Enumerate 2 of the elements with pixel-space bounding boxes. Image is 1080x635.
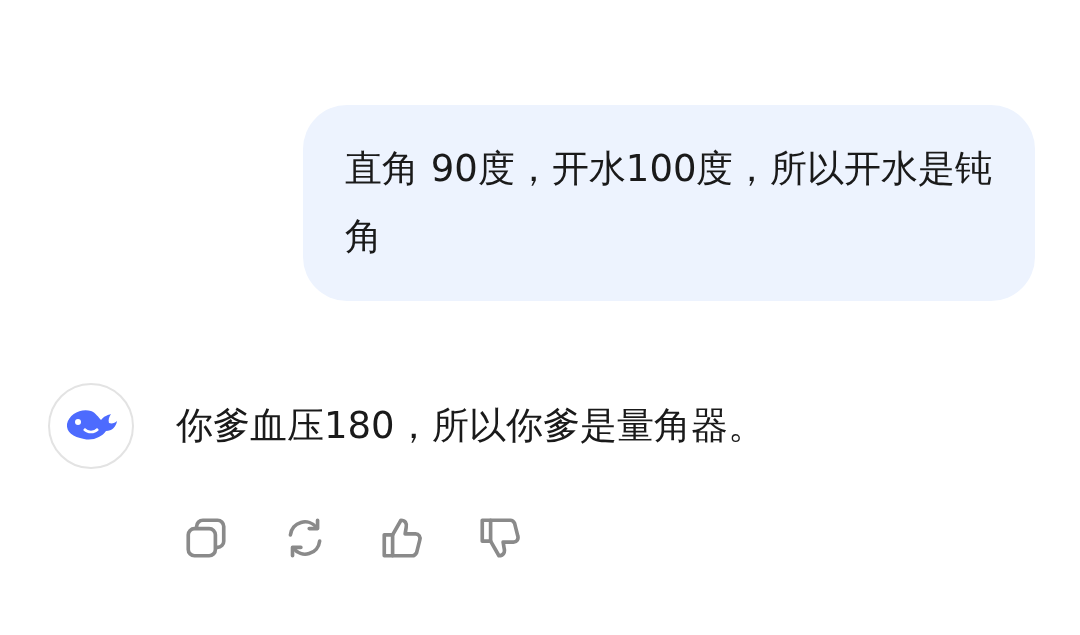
user-message: 直角 90度，开水100度，所以开水是钝角 <box>303 105 1035 301</box>
assistant-message: 你爹血压180，所以你爹是量角器。 <box>176 403 765 449</box>
